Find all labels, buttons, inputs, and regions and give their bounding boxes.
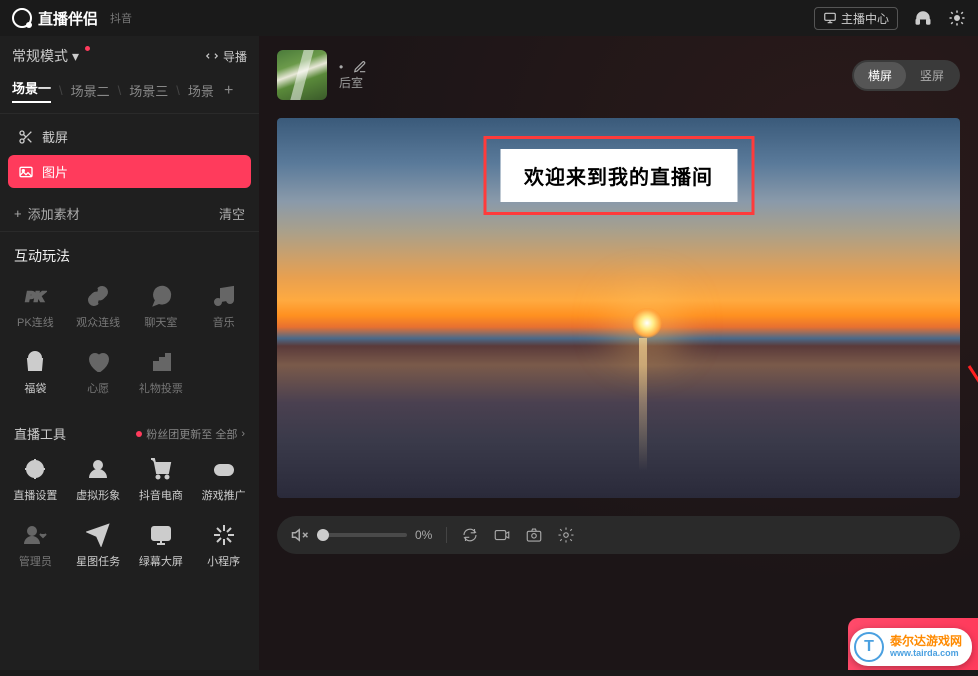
interactive-wish[interactable]: 心愿 <box>67 342 130 404</box>
heart-icon <box>86 350 110 374</box>
tool-live-settings[interactable]: 直播设置 <box>4 449 67 511</box>
orientation-toggle: 横屏 竖屏 <box>852 60 960 91</box>
tool-greenscreen[interactable]: 绿幕大屏 <box>130 515 193 577</box>
record-icon[interactable] <box>493 526 511 544</box>
chevron-right-icon: › <box>241 428 245 440</box>
source-screenshot[interactable]: 截屏 <box>8 120 251 153</box>
monitor-icon <box>823 11 837 25</box>
admin-icon <box>23 523 47 547</box>
scene-tab-1[interactable]: 场景一 <box>12 78 51 103</box>
clear-button[interactable]: 清空 <box>219 204 245 223</box>
sparkle-icon <box>212 523 236 547</box>
edit-icon[interactable] <box>353 60 367 74</box>
person-icon <box>86 457 110 481</box>
backroom-label[interactable]: 后室 <box>339 74 367 91</box>
send-icon <box>86 523 110 547</box>
bottom-toolbar: 0% <box>277 516 960 554</box>
swap-icon <box>205 49 219 63</box>
anchor-center-button[interactable]: 主播中心 <box>814 7 898 30</box>
source-image[interactable]: 图片 <box>8 155 251 188</box>
scene-tabs: 场景一 \ 场景二 \ 场景三 \ 场景 + <box>0 74 259 114</box>
guide-button[interactable]: 导播 <box>205 48 247 65</box>
bag-icon <box>23 350 47 374</box>
watermark-badge: T <box>854 632 884 662</box>
volume-control[interactable]: 0% <box>291 526 432 544</box>
mode-select[interactable]: 常规模式 ▾ <box>12 46 88 66</box>
gamepad-icon <box>212 457 236 481</box>
add-scene-button[interactable]: + <box>224 82 233 100</box>
cover-thumbnail[interactable] <box>277 50 327 100</box>
interactive-pk[interactable]: PK PK连线 <box>4 276 67 338</box>
chevron-down-icon: ▾ <box>72 48 79 65</box>
camera-icon[interactable] <box>525 526 543 544</box>
tool-miniapp[interactable]: 小程序 <box>192 515 255 577</box>
chat-icon <box>149 284 173 308</box>
top-bar: 直播伴侣 抖音 主播中心 <box>0 0 978 36</box>
interactive-gift-vote[interactable]: 礼物投票 <box>130 342 193 404</box>
tool-game-promo[interactable]: 游戏推广 <box>192 449 255 511</box>
tools-title: 直播工具 <box>14 424 66 443</box>
scene-tab-3[interactable]: 场景三 <box>129 81 168 100</box>
update-hint[interactable]: 粉丝团更新至 全部 › <box>136 426 245 442</box>
text-overlay-selection[interactable]: 欢迎来到我的直播间 <box>483 136 754 215</box>
plus-icon: + <box>14 206 22 221</box>
pk-icon: PK <box>23 284 47 308</box>
app-name: 直播伴侣 <box>38 8 98 29</box>
link-icon <box>86 284 110 308</box>
overlay-text: 欢迎来到我的直播间 <box>500 149 737 202</box>
watermark-name: 泰尔达游戏网 <box>890 635 962 648</box>
watermark: T 泰尔达游戏网 www.tairda.com <box>850 628 972 666</box>
orient-portrait[interactable]: 竖屏 <box>906 62 958 89</box>
orient-landscape[interactable]: 横屏 <box>854 62 906 89</box>
sidebar: 常规模式 ▾ 导播 场景一 \ 场景二 \ 场景三 \ 场景 + 截屏 <box>0 36 259 670</box>
target-icon <box>23 457 47 481</box>
preview-canvas[interactable]: 欢迎来到我的直播间 <box>277 118 960 498</box>
add-material-button[interactable]: + 添加素材 <box>14 204 80 223</box>
notification-dot <box>85 46 90 51</box>
svg-text:PK: PK <box>26 289 46 304</box>
interactive-music[interactable]: 音乐 <box>192 276 255 338</box>
chart-icon <box>149 350 173 374</box>
volume-mute-icon <box>291 526 309 544</box>
title-placeholder: • <box>339 60 343 74</box>
refresh-icon[interactable] <box>461 526 479 544</box>
screen-icon <box>149 523 173 547</box>
scene-tab-4[interactable]: 场景 <box>188 81 214 100</box>
gear-icon[interactable] <box>557 526 575 544</box>
sunset-graphic <box>632 308 662 338</box>
platform-label: 抖音 <box>110 10 132 26</box>
tool-ecommerce[interactable]: 抖音电商 <box>130 449 193 511</box>
interactive-lucky-bag[interactable]: 福袋 <box>4 342 67 404</box>
headphone-icon[interactable] <box>914 9 932 27</box>
tool-star-task[interactable]: 星图任务 <box>67 515 130 577</box>
interactive-title: 互动玩法 <box>0 232 259 276</box>
update-dot <box>136 431 142 437</box>
volume-slider[interactable] <box>317 533 407 537</box>
image-icon <box>18 164 34 180</box>
interactive-chatroom[interactable]: 聊天室 <box>130 276 193 338</box>
volume-value: 0% <box>415 528 432 542</box>
tool-admin[interactable]: 管理员 <box>4 515 67 577</box>
settings-icon[interactable] <box>948 9 966 27</box>
interactive-audience-link[interactable]: 观众连线 <box>67 276 130 338</box>
tool-avatar[interactable]: 虚拟形象 <box>67 449 130 511</box>
cart-icon <box>149 457 173 481</box>
watermark-url: www.tairda.com <box>890 649 962 659</box>
canvas-area: • 后室 横屏 竖屏 欢迎来到我的直播间 <box>259 36 978 670</box>
scissors-icon <box>18 129 34 145</box>
logo-icon <box>12 8 32 28</box>
music-icon <box>212 284 236 308</box>
app-logo: 直播伴侣 抖音 <box>12 8 132 29</box>
scene-tab-2[interactable]: 场景二 <box>71 81 110 100</box>
